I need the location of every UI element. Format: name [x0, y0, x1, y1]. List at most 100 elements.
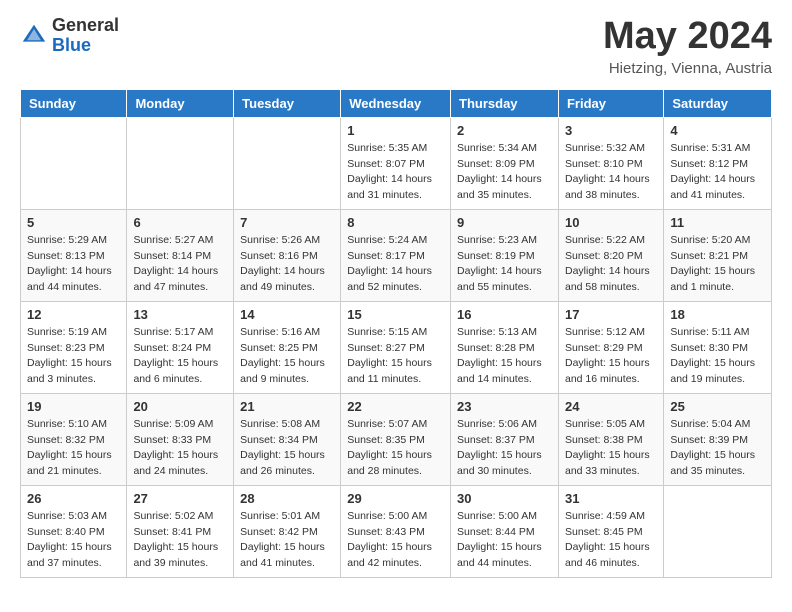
calendar-body: 1 Sunrise: 5:35 AMSunset: 8:07 PMDaylight…: [21, 117, 772, 577]
day-info: Sunrise: 5:00 AMSunset: 8:43 PMDaylight:…: [347, 509, 444, 572]
day-info: Sunrise: 5:11 AMSunset: 8:30 PMDaylight:…: [670, 325, 765, 388]
calendar-week-row: 19 Sunrise: 5:10 AMSunset: 8:32 PMDayligh…: [21, 393, 772, 485]
col-thursday: Thursday: [451, 89, 559, 117]
calendar-week-row: 1 Sunrise: 5:35 AMSunset: 8:07 PMDaylight…: [21, 117, 772, 209]
day-info: Sunrise: 5:13 AMSunset: 8:28 PMDaylight:…: [457, 325, 552, 388]
calendar-cell: 11 Sunrise: 5:20 AMSunset: 8:21 PMDayligh…: [664, 209, 772, 301]
calendar-cell: [664, 485, 772, 577]
calendar-cell: 26 Sunrise: 5:03 AMSunset: 8:40 PMDayligh…: [21, 485, 127, 577]
calendar-table: Sunday Monday Tuesday Wednesday Thursday…: [20, 89, 772, 578]
day-number: 12: [27, 307, 120, 322]
day-info: Sunrise: 5:08 AMSunset: 8:34 PMDaylight:…: [240, 417, 334, 480]
calendar-cell: 13 Sunrise: 5:17 AMSunset: 8:24 PMDayligh…: [127, 301, 234, 393]
day-number: 14: [240, 307, 334, 322]
day-number: 15: [347, 307, 444, 322]
day-info: Sunrise: 5:05 AMSunset: 8:38 PMDaylight:…: [565, 417, 657, 480]
calendar-cell: 27 Sunrise: 5:02 AMSunset: 8:41 PMDayligh…: [127, 485, 234, 577]
calendar-cell: 24 Sunrise: 5:05 AMSunset: 8:38 PMDayligh…: [558, 393, 663, 485]
logo-general-text: General: [52, 16, 119, 36]
calendar-week-row: 5Sunrise: 5:29 AMSunset: 8:13 PMDaylight…: [21, 209, 772, 301]
day-info: Sunrise: 5:04 AMSunset: 8:39 PMDaylight:…: [670, 417, 765, 480]
day-info: Sunrise: 5:19 AMSunset: 8:23 PMDaylight:…: [27, 325, 120, 388]
day-info: Sunrise: 5:03 AMSunset: 8:40 PMDaylight:…: [27, 509, 120, 572]
calendar-page: General Blue May 2024 Hietzing, Vienna, …: [0, 0, 792, 598]
day-info: Sunrise: 5:22 AMSunset: 8:20 PMDaylight:…: [565, 233, 657, 296]
col-sunday: Sunday: [21, 89, 127, 117]
day-number: 3: [565, 123, 657, 138]
day-number: 1: [347, 123, 444, 138]
calendar-cell: 6 Sunrise: 5:27 AMSunset: 8:14 PMDaylight…: [127, 209, 234, 301]
day-info: Sunrise: 5:00 AMSunset: 8:44 PMDaylight:…: [457, 509, 552, 572]
day-number: 6: [133, 215, 227, 230]
day-number: 17: [565, 307, 657, 322]
day-info: Sunrise: 5:29 AMSunset: 8:13 PMDaylight:…: [27, 233, 120, 296]
day-number: 4: [670, 123, 765, 138]
calendar-cell: 23Sunrise: 5:06 AMSunset: 8:37 PMDayligh…: [451, 393, 559, 485]
calendar-cell: 19 Sunrise: 5:10 AMSunset: 8:32 PMDayligh…: [21, 393, 127, 485]
calendar-week-row: 26 Sunrise: 5:03 AMSunset: 8:40 PMDayligh…: [21, 485, 772, 577]
day-number: 27: [133, 491, 227, 506]
calendar-week-row: 12 Sunrise: 5:19 AMSunset: 8:23 PMDayligh…: [21, 301, 772, 393]
calendar-cell: 25 Sunrise: 5:04 AMSunset: 8:39 PMDayligh…: [664, 393, 772, 485]
day-number: 22: [347, 399, 444, 414]
day-number: 13: [133, 307, 227, 322]
logo-icon: [20, 22, 48, 50]
day-number: 29: [347, 491, 444, 506]
day-info: Sunrise: 5:07 AMSunset: 8:35 PMDaylight:…: [347, 417, 444, 480]
calendar-cell: 31 Sunrise: 4:59 AMSunset: 8:45 PMDayligh…: [558, 485, 663, 577]
day-number: 19: [27, 399, 120, 414]
day-info: Sunrise: 5:10 AMSunset: 8:32 PMDaylight:…: [27, 417, 120, 480]
calendar-cell: 17 Sunrise: 5:12 AMSunset: 8:29 PMDayligh…: [558, 301, 663, 393]
day-number: 20: [133, 399, 227, 414]
location-subtitle: Hietzing, Vienna, Austria: [603, 60, 772, 77]
day-number: 30: [457, 491, 552, 506]
calendar-cell: 12 Sunrise: 5:19 AMSunset: 8:23 PMDayligh…: [21, 301, 127, 393]
day-info: Sunrise: 5:02 AMSunset: 8:41 PMDaylight:…: [133, 509, 227, 572]
col-wednesday: Wednesday: [341, 89, 451, 117]
header: General Blue May 2024 Hietzing, Vienna, …: [20, 16, 772, 77]
day-info: Sunrise: 5:15 AMSunset: 8:27 PMDaylight:…: [347, 325, 444, 388]
day-number: 16: [457, 307, 552, 322]
col-monday: Monday: [127, 89, 234, 117]
calendar-cell: 1 Sunrise: 5:35 AMSunset: 8:07 PMDaylight…: [341, 117, 451, 209]
calendar-cell: 5Sunrise: 5:29 AMSunset: 8:13 PMDaylight…: [21, 209, 127, 301]
calendar-cell: [234, 117, 341, 209]
calendar-cell: 29 Sunrise: 5:00 AMSunset: 8:43 PMDayligh…: [341, 485, 451, 577]
day-number: 11: [670, 215, 765, 230]
day-info: Sunrise: 5:12 AMSunset: 8:29 PMDaylight:…: [565, 325, 657, 388]
calendar-cell: [21, 117, 127, 209]
calendar-cell: 10 Sunrise: 5:22 AMSunset: 8:20 PMDayligh…: [558, 209, 663, 301]
month-title: May 2024: [603, 16, 772, 58]
calendar-cell: 8 Sunrise: 5:24 AMSunset: 8:17 PMDaylight…: [341, 209, 451, 301]
calendar-cell: 15 Sunrise: 5:15 AMSunset: 8:27 PMDayligh…: [341, 301, 451, 393]
day-info: Sunrise: 5:27 AMSunset: 8:14 PMDaylight:…: [133, 233, 227, 296]
calendar-cell: 20Sunrise: 5:09 AMSunset: 8:33 PMDayligh…: [127, 393, 234, 485]
day-number: 18: [670, 307, 765, 322]
day-number: 28: [240, 491, 334, 506]
day-number: 24: [565, 399, 657, 414]
day-number: 26: [27, 491, 120, 506]
calendar-cell: 16 Sunrise: 5:13 AMSunset: 8:28 PMDayligh…: [451, 301, 559, 393]
day-info: Sunrise: 5:34 AMSunset: 8:09 PMDaylight:…: [457, 141, 552, 204]
day-info: Sunrise: 5:35 AMSunset: 8:07 PMDaylight:…: [347, 141, 444, 204]
day-number: 21: [240, 399, 334, 414]
day-info: Sunrise: 5:24 AMSunset: 8:17 PMDaylight:…: [347, 233, 444, 296]
day-number: 10: [565, 215, 657, 230]
day-info: Sunrise: 5:20 AMSunset: 8:21 PMDaylight:…: [670, 233, 765, 296]
day-number: 9: [457, 215, 552, 230]
calendar-cell: 21 Sunrise: 5:08 AMSunset: 8:34 PMDayligh…: [234, 393, 341, 485]
day-info: Sunrise: 5:23 AMSunset: 8:19 PMDaylight:…: [457, 233, 552, 296]
title-block: May 2024 Hietzing, Vienna, Austria: [603, 16, 772, 77]
day-number: 31: [565, 491, 657, 506]
day-number: 2: [457, 123, 552, 138]
day-info: Sunrise: 5:17 AMSunset: 8:24 PMDaylight:…: [133, 325, 227, 388]
day-number: 25: [670, 399, 765, 414]
day-info: Sunrise: 4:59 AMSunset: 8:45 PMDaylight:…: [565, 509, 657, 572]
day-info: Sunrise: 5:01 AMSunset: 8:42 PMDaylight:…: [240, 509, 334, 572]
calendar-header-row: Sunday Monday Tuesday Wednesday Thursday…: [21, 89, 772, 117]
calendar-cell: 2 Sunrise: 5:34 AMSunset: 8:09 PMDaylight…: [451, 117, 559, 209]
day-info: Sunrise: 5:26 AMSunset: 8:16 PMDaylight:…: [240, 233, 334, 296]
day-info: Sunrise: 5:16 AMSunset: 8:25 PMDaylight:…: [240, 325, 334, 388]
day-number: 8: [347, 215, 444, 230]
day-info: Sunrise: 5:31 AMSunset: 8:12 PMDaylight:…: [670, 141, 765, 204]
